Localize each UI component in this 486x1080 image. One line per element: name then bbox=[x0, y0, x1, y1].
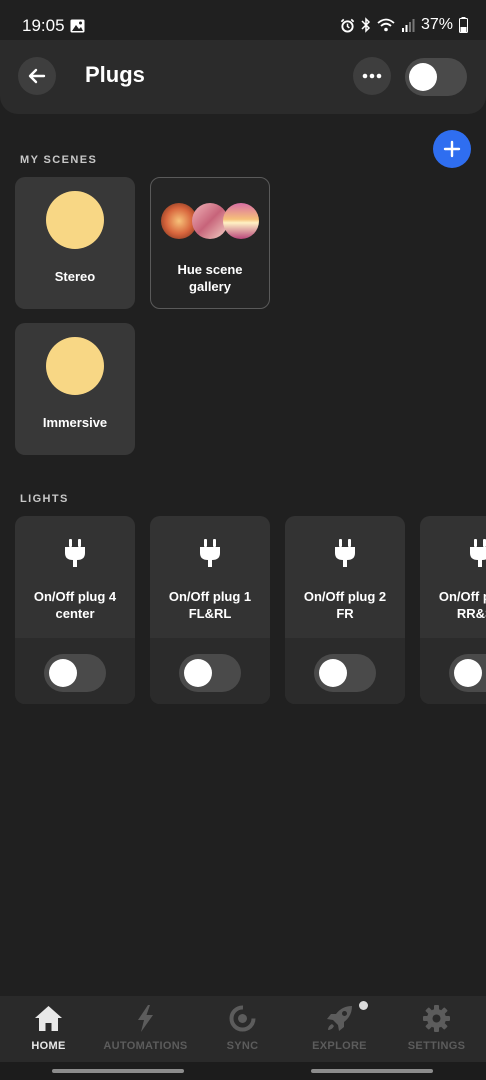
scene-color-swatch bbox=[46, 191, 104, 249]
gallery-label-line2: gallery bbox=[189, 279, 231, 294]
plug-icon bbox=[65, 539, 85, 567]
rocket-icon bbox=[327, 1006, 352, 1031]
nav-automations[interactable]: AUTOMATIONS bbox=[97, 996, 194, 1062]
toggle-knob bbox=[184, 659, 212, 687]
toggle-knob bbox=[319, 659, 347, 687]
gallery-label-line1: Hue scene bbox=[177, 262, 243, 277]
scene-gallery-label: Hue scene gallery bbox=[151, 261, 269, 295]
nav-explore[interactable]: EXPLORE bbox=[291, 996, 388, 1062]
toggle-knob bbox=[49, 659, 77, 687]
scene-name: Stereo bbox=[54, 269, 96, 284]
light-card-plug-1[interactable]: On/Off plug 1 FL&RL bbox=[150, 516, 270, 704]
status-bar: 19:05 37% bbox=[0, 0, 486, 40]
gesture-handle-left bbox=[52, 1069, 184, 1073]
light-name: On/Off plug 2 FR bbox=[291, 588, 399, 622]
lights-heading: LIGHTS bbox=[20, 493, 69, 505]
status-time: 19:05 bbox=[22, 16, 65, 35]
arrow-left-icon bbox=[28, 68, 46, 84]
status-icons: 37% bbox=[340, 16, 468, 34]
light-name: On/Off plug 3 RR&SR bbox=[426, 588, 486, 622]
battery-percent: 37% bbox=[420, 16, 453, 33]
bottom-navigation: HOME AUTOMATIONS SYNC EXPLORE SETTINGS bbox=[0, 996, 486, 1062]
light-name-line2: FR bbox=[336, 606, 354, 621]
scene-card-immersive[interactable]: Immersive bbox=[15, 323, 135, 455]
room-power-toggle[interactable] bbox=[405, 58, 467, 96]
light-name-line1: On/Off plug 1 bbox=[168, 589, 252, 604]
light-name-line1: On/Off plug 4 bbox=[33, 589, 117, 604]
my-scenes-heading: MY SCENES bbox=[20, 154, 98, 166]
toggle-knob bbox=[409, 63, 437, 91]
nav-label: AUTOMATIONS bbox=[103, 1040, 188, 1052]
scene-card-stereo[interactable]: Stereo bbox=[15, 177, 135, 309]
scene-gallery-card[interactable]: Hue scene gallery bbox=[150, 177, 270, 309]
light-card-plug-3[interactable]: On/Off plug 3 RR&SR bbox=[420, 516, 486, 704]
scene-color-swatch bbox=[46, 337, 104, 395]
light-name-line2: RR&SR bbox=[456, 606, 486, 621]
wifi-icon bbox=[377, 18, 395, 32]
bluetooth-icon bbox=[361, 17, 371, 33]
more-options-button[interactable] bbox=[353, 57, 391, 95]
gear-icon bbox=[423, 1005, 450, 1032]
light-name-line2: center bbox=[55, 606, 95, 621]
page-title: Plugs bbox=[85, 62, 145, 87]
light-name-line2: FL&RL bbox=[188, 606, 232, 621]
sync-icon bbox=[229, 1005, 256, 1032]
app-header: Plugs bbox=[0, 40, 486, 114]
light-toggle[interactable] bbox=[179, 654, 241, 692]
nav-label: HOME bbox=[31, 1040, 66, 1052]
alarm-icon bbox=[340, 18, 355, 33]
gallery-icon bbox=[70, 19, 85, 33]
toggle-knob bbox=[454, 659, 482, 687]
light-card-plug-4[interactable]: On/Off plug 4 center bbox=[15, 516, 135, 704]
light-name: On/Off plug 1 FL&RL bbox=[156, 588, 264, 622]
plug-icon bbox=[200, 539, 220, 567]
light-name-line1: On/Off plug 3 bbox=[438, 589, 486, 604]
back-button[interactable] bbox=[18, 57, 56, 95]
battery-icon bbox=[459, 17, 468, 33]
more-dots-icon bbox=[362, 73, 382, 79]
lightning-icon bbox=[138, 1005, 153, 1032]
plug-icon bbox=[470, 539, 486, 567]
explore-notification-dot bbox=[359, 1001, 368, 1010]
light-toggle[interactable] bbox=[44, 654, 106, 692]
nav-label: SETTINGS bbox=[407, 1040, 466, 1052]
nav-home[interactable]: HOME bbox=[0, 996, 97, 1062]
scene-name: Immersive bbox=[42, 415, 108, 430]
nav-sync[interactable]: SYNC bbox=[194, 996, 291, 1062]
light-name-line1: On/Off plug 2 bbox=[303, 589, 387, 604]
nav-label: SYNC bbox=[226, 1040, 259, 1052]
plus-icon bbox=[443, 140, 461, 158]
plug-icon bbox=[335, 539, 355, 567]
gesture-handle-right bbox=[311, 1069, 433, 1073]
light-name: On/Off plug 4 center bbox=[21, 588, 129, 622]
system-gesture-bar bbox=[0, 1062, 486, 1080]
signal-icon bbox=[401, 19, 415, 32]
light-toggle[interactable] bbox=[449, 654, 486, 692]
light-card-plug-2[interactable]: On/Off plug 2 FR bbox=[285, 516, 405, 704]
nav-label: EXPLORE bbox=[312, 1040, 367, 1052]
nav-settings[interactable]: SETTINGS bbox=[388, 996, 485, 1062]
home-icon bbox=[35, 1006, 62, 1031]
add-scene-button[interactable] bbox=[433, 130, 471, 168]
scene-gallery-thumbnails bbox=[161, 203, 259, 239]
light-toggle[interactable] bbox=[314, 654, 376, 692]
